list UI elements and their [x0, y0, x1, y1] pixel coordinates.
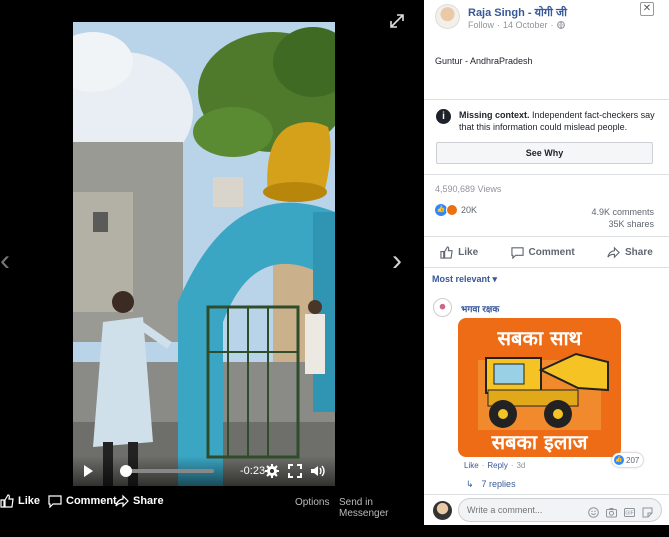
reaction-count: 20K — [461, 205, 478, 215]
engagement-counts: 4.9K comments 35K shares — [591, 206, 654, 230]
comment-reaction-count: 207 — [626, 455, 640, 465]
replies-count: 7 replies — [481, 479, 516, 489]
reaction-summary[interactable]: 👍 20K — [435, 204, 477, 216]
meta-separator: · — [481, 461, 485, 470]
like-button[interactable]: Like — [440, 245, 479, 259]
share-arrow-icon — [115, 494, 129, 508]
sticker-bottom-text: सबका इलाज — [491, 430, 588, 454]
fullscreen-icon[interactable] — [287, 463, 303, 479]
progress-handle[interactable] — [119, 465, 132, 477]
viewer-comment-label: Comment — [66, 495, 117, 507]
viewer-avatar — [433, 501, 452, 520]
divider — [424, 236, 669, 237]
view-replies-link[interactable]: ↳ 7 replies — [466, 479, 516, 490]
comment-input[interactable] — [467, 503, 567, 517]
follow-link[interactable]: Follow — [468, 20, 494, 30]
like-label: Like — [458, 246, 479, 258]
camera-icon[interactable] — [606, 505, 617, 518]
comment-age[interactable]: 3d — [516, 461, 525, 470]
thumbs-up-icon — [440, 245, 453, 259]
facebook-video-viewer: ‹ › -0:23 Like Comment Share Options Sen… — [0, 0, 669, 537]
video-frame — [73, 22, 335, 486]
options-link[interactable]: Options — [295, 497, 329, 508]
expand-icon[interactable] — [388, 12, 406, 30]
comment-sticker-image[interactable]: सबका साथ सबका इलाज — [458, 318, 621, 457]
post-text: Guntur - AndhraPradesh — [435, 56, 533, 66]
viewer-like-label: Like — [18, 495, 41, 507]
video-player[interactable] — [73, 22, 335, 486]
post-meta: Follow · 14 October · — [468, 20, 565, 30]
thumbs-up-icon — [0, 494, 14, 508]
sticker-icon[interactable] — [642, 505, 653, 518]
viewer-comment-button[interactable]: Comment — [48, 494, 117, 508]
comment-composer[interactable]: GIF — [458, 498, 662, 522]
globe-icon — [556, 21, 565, 29]
progress-bar[interactable] — [120, 469, 214, 473]
settings-gear-icon[interactable] — [264, 463, 280, 479]
comment-sort-dropdown[interactable]: Most relevant ▾ — [432, 274, 497, 285]
commenter-avatar[interactable] — [433, 298, 452, 317]
fact-check-notice: i Missing context. Independent fact-chec… — [424, 100, 669, 173]
view-count: 4,590,689 Views — [435, 184, 502, 194]
video-controls: -0:23 — [73, 456, 335, 486]
shares-count[interactable]: 35K shares — [591, 218, 654, 230]
meta-separator: · — [497, 20, 501, 30]
author-name[interactable]: Raja Singh - योगी जी — [468, 5, 567, 20]
next-arrow-icon[interactable]: › — [392, 246, 402, 276]
gif-icon[interactable]: GIF — [624, 505, 635, 517]
comment-reaction-badge[interactable]: 👍 207 — [612, 453, 644, 467]
post-panel: Raja Singh - योगी जी Follow · 14 October… — [424, 0, 669, 537]
comments-count[interactable]: 4.9K comments — [591, 206, 654, 218]
media-viewer: ‹ › -0:23 Like Comment Share Options Sen… — [0, 0, 424, 537]
close-icon[interactable]: ✕ — [640, 2, 654, 16]
fact-check-title: Missing context. — [459, 110, 530, 120]
comment-label: Comment — [528, 246, 575, 258]
post-date[interactable]: 14 October — [503, 20, 548, 30]
comment-meta: Like · Reply · 3d — [464, 461, 525, 470]
comment-bubble-icon — [48, 495, 62, 508]
comment-button[interactable]: Comment — [510, 246, 575, 259]
play-icon[interactable] — [84, 465, 93, 477]
meta-separator: · — [550, 20, 554, 30]
previous-arrow-icon[interactable]: ‹ — [0, 246, 10, 276]
divider — [424, 494, 669, 495]
viewer-share-button[interactable]: Share — [115, 494, 164, 508]
comment-author[interactable]: भगवा रक्षक — [461, 302, 499, 315]
reply-arrow-icon: ↳ — [466, 479, 474, 489]
comment-bubble-icon — [510, 246, 524, 259]
meta-separator: · — [510, 461, 514, 470]
divider — [424, 267, 669, 268]
author-avatar[interactable] — [435, 4, 460, 29]
angry-reaction-icon — [446, 204, 458, 216]
volume-icon[interactable] — [309, 463, 325, 479]
bottom-strip — [424, 525, 669, 537]
share-arrow-icon — [607, 246, 620, 258]
share-button[interactable]: Share — [607, 246, 653, 259]
post-actions: Like Comment Share — [424, 240, 669, 264]
post-header: Raja Singh - योगी जी Follow · 14 October… — [424, 0, 669, 40]
viewer-footer: Like Comment Share Options Send in Messe… — [0, 494, 424, 519]
share-label: Share — [625, 246, 653, 258]
comment-reply-link[interactable]: Reply — [487, 461, 507, 470]
time-remaining: -0:23 — [240, 465, 266, 477]
divider — [424, 174, 669, 175]
send-in-messenger-link[interactable]: Send in Messenger — [339, 497, 424, 519]
svg-text:GIF: GIF — [625, 511, 633, 517]
emoji-icon[interactable] — [588, 505, 599, 518]
viewer-like-button[interactable]: Like — [0, 494, 40, 508]
info-icon: i — [436, 109, 451, 124]
comment-like-link[interactable]: Like — [464, 461, 479, 470]
like-reaction-icon: 👍 — [614, 455, 624, 465]
fact-check-text: Missing context. Independent fact-checke… — [459, 109, 659, 133]
viewer-share-label: Share — [133, 495, 164, 507]
see-why-button[interactable]: See Why — [436, 142, 653, 164]
